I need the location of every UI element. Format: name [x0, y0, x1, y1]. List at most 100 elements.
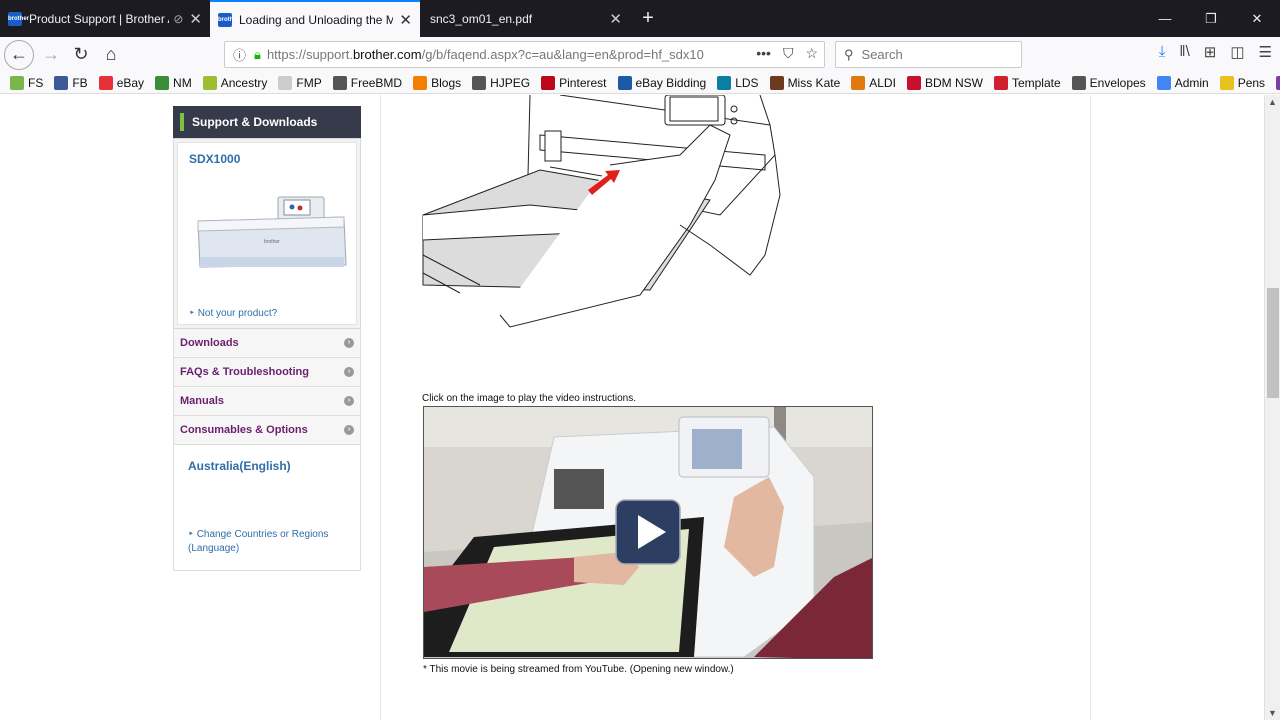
menu-item-faqs[interactable]: FAQs & Troubleshooting › [173, 358, 361, 387]
google-icon [1156, 75, 1171, 90]
bookmark-item[interactable]: Pens [1219, 75, 1265, 90]
not-your-product-link[interactable]: ‣ Not your product? [189, 308, 277, 319]
bookmark-item[interactable]: FMP [278, 75, 322, 90]
bookmark-item[interactable]: Ancestry [202, 75, 268, 90]
arrow-circle-icon: › [344, 425, 354, 435]
column-divider [1090, 95, 1091, 720]
close-tab-icon[interactable]: ✕ [189, 10, 202, 28]
tab-product-support[interactable]: brother Product Support | Brother A ⊘ ✕ [0, 0, 210, 37]
download-icon[interactable]: ⤓ [1159, 43, 1166, 61]
brother-favicon-icon: brother [218, 12, 239, 27]
tab-title: Product Support | Brother A [29, 11, 170, 26]
menu-item-downloads[interactable]: Downloads › [173, 329, 361, 358]
tab-pdf[interactable]: snc3_om01_en.pdf ✕ [420, 0, 630, 37]
facebook-icon [54, 75, 69, 90]
bookmark-item[interactable]: Pinterest [541, 75, 607, 90]
bookmark-item[interactable]: ALDI [851, 75, 896, 90]
search-icon: ⚲ [844, 46, 854, 62]
bidding-icon [617, 75, 632, 90]
support-sidebar: Support & Downloads SDX1000 brother ‣ No… [173, 106, 361, 571]
bookmark-extra-icon[interactable] [1276, 75, 1280, 90]
menu-item-consumables[interactable]: Consumables & Options › [173, 416, 361, 445]
scrollbar-thumb[interactable] [1267, 288, 1279, 398]
bookmark-star-icon[interactable]: ☆ [805, 45, 818, 62]
url-path: /g/b/faqend.aspx?c=au&lang=en&prod=hf_sd… [421, 47, 704, 62]
screenshot-icon[interactable]: ⊞ [1204, 43, 1217, 61]
bookmark-item[interactable]: BDM NSW [906, 75, 983, 90]
product-name[interactable]: SDX1000 [189, 152, 240, 166]
new-tab-icon[interactable]: + [630, 0, 666, 37]
arrow-circle-icon: › [344, 396, 354, 406]
ancestry-icon [202, 75, 217, 90]
svg-text:brother: brother [264, 239, 280, 245]
menu-label: Downloads [180, 337, 239, 349]
window-controls: — ❐ ✕ [1142, 0, 1280, 37]
region-name: Australia(English) [188, 459, 291, 473]
vertical-scrollbar[interactable]: ▲ ▼ [1264, 95, 1280, 720]
search-input[interactable]: ⚲ Search [835, 41, 1022, 68]
close-tab-icon[interactable]: ✕ [609, 10, 622, 28]
product-card: SDX1000 brother ‣ Not your product? [177, 142, 357, 325]
pocket-icon[interactable]: ⛉ [783, 45, 794, 62]
tree-icon [10, 75, 24, 90]
scroll-up-icon[interactable]: ▲ [1268, 97, 1277, 107]
bookmark-label: FS [28, 75, 44, 90]
column-divider [380, 95, 381, 720]
scroll-down-icon[interactable]: ▼ [1268, 708, 1277, 718]
bookmark-label: FMP [296, 75, 322, 90]
ebay-icon [98, 75, 113, 90]
bookmark-item[interactable]: Envelopes [1071, 75, 1146, 90]
mute-icon[interactable]: ⊘ [173, 12, 183, 26]
info-icon[interactable]: ⓘ [233, 45, 246, 64]
menu-item-manuals[interactable]: Manuals › [173, 387, 361, 416]
menu-icon[interactable]: ☰ [1259, 43, 1272, 61]
bookmark-item[interactable]: Template [993, 75, 1061, 90]
mat-loading-illustration [422, 95, 781, 328]
library-icon[interactable]: ‖\ [1179, 43, 1189, 61]
close-tab-icon[interactable]: ✕ [399, 11, 412, 29]
bookmark-item[interactable]: Miss Kate [769, 75, 840, 90]
bookmark-item[interactable]: FS [10, 75, 44, 90]
page-actions-icon[interactable]: ••• [756, 45, 771, 62]
bookmark-item[interactable]: Admin [1156, 75, 1209, 90]
bulb-icon [1219, 75, 1234, 90]
bookmark-item[interactable]: eBay Bidding [617, 75, 707, 90]
globe-icon [1071, 75, 1086, 90]
bookmark-item[interactable]: FB [54, 75, 88, 90]
globe-icon [332, 75, 347, 90]
url-bar[interactable]: ⓘ 🔒︎ https://support. brother.com/g/b/faq… [224, 41, 825, 68]
bdm-icon [906, 75, 921, 90]
navigation-bar: ← → ↻ ⌂ ⓘ 🔒︎ https://support. brother.com… [0, 37, 1280, 72]
video-still [424, 407, 872, 658]
bookmark-item[interactable]: LDS [717, 75, 759, 90]
lds-icon [717, 75, 732, 90]
sidebar-toggle-icon[interactable]: ◫ [1230, 43, 1244, 61]
close-window-icon[interactable]: ✕ [1234, 0, 1280, 37]
puzzle-icon [1276, 75, 1280, 90]
reload-icon[interactable]: ↻ [66, 40, 96, 70]
back-icon[interactable]: ← [4, 39, 34, 70]
tab-loading-unloading[interactable]: brother Loading and Unloading the Ma ✕ [210, 0, 420, 37]
minimize-icon[interactable]: — [1142, 0, 1188, 37]
leaf-icon [155, 75, 170, 90]
restore-icon[interactable]: ❐ [1188, 0, 1234, 37]
lock-icon: 🔒︎ [254, 46, 261, 62]
change-region-link[interactable]: ‣ Change Countries or Regions (Language) [188, 528, 348, 556]
tab-strip: brother Product Support | Brother A ⊘ ✕ … [0, 0, 1280, 37]
brother-favicon-icon: brother [8, 11, 29, 26]
forward-icon[interactable]: → [36, 40, 66, 70]
home-icon[interactable]: ⌂ [96, 40, 126, 70]
bookmark-item[interactable]: eBay [98, 75, 144, 90]
bookmark-label: FreeBMD [350, 75, 403, 90]
video-thumbnail[interactable] [423, 406, 873, 659]
bookmark-item[interactable]: NM [155, 75, 192, 90]
bookmark-item[interactable]: HJPEG [472, 75, 530, 90]
bookmark-item[interactable]: FreeBMD [332, 75, 403, 90]
bookmark-label: Ancestry [220, 75, 268, 90]
header-accent [180, 113, 184, 131]
globe-icon [472, 75, 487, 90]
sidebar-header-title: Support & Downloads [192, 115, 318, 129]
bookmark-item[interactable]: Blogs [413, 75, 461, 90]
bookmark-label: eBay Bidding [635, 75, 707, 90]
bookmark-label: Template [1011, 75, 1061, 90]
